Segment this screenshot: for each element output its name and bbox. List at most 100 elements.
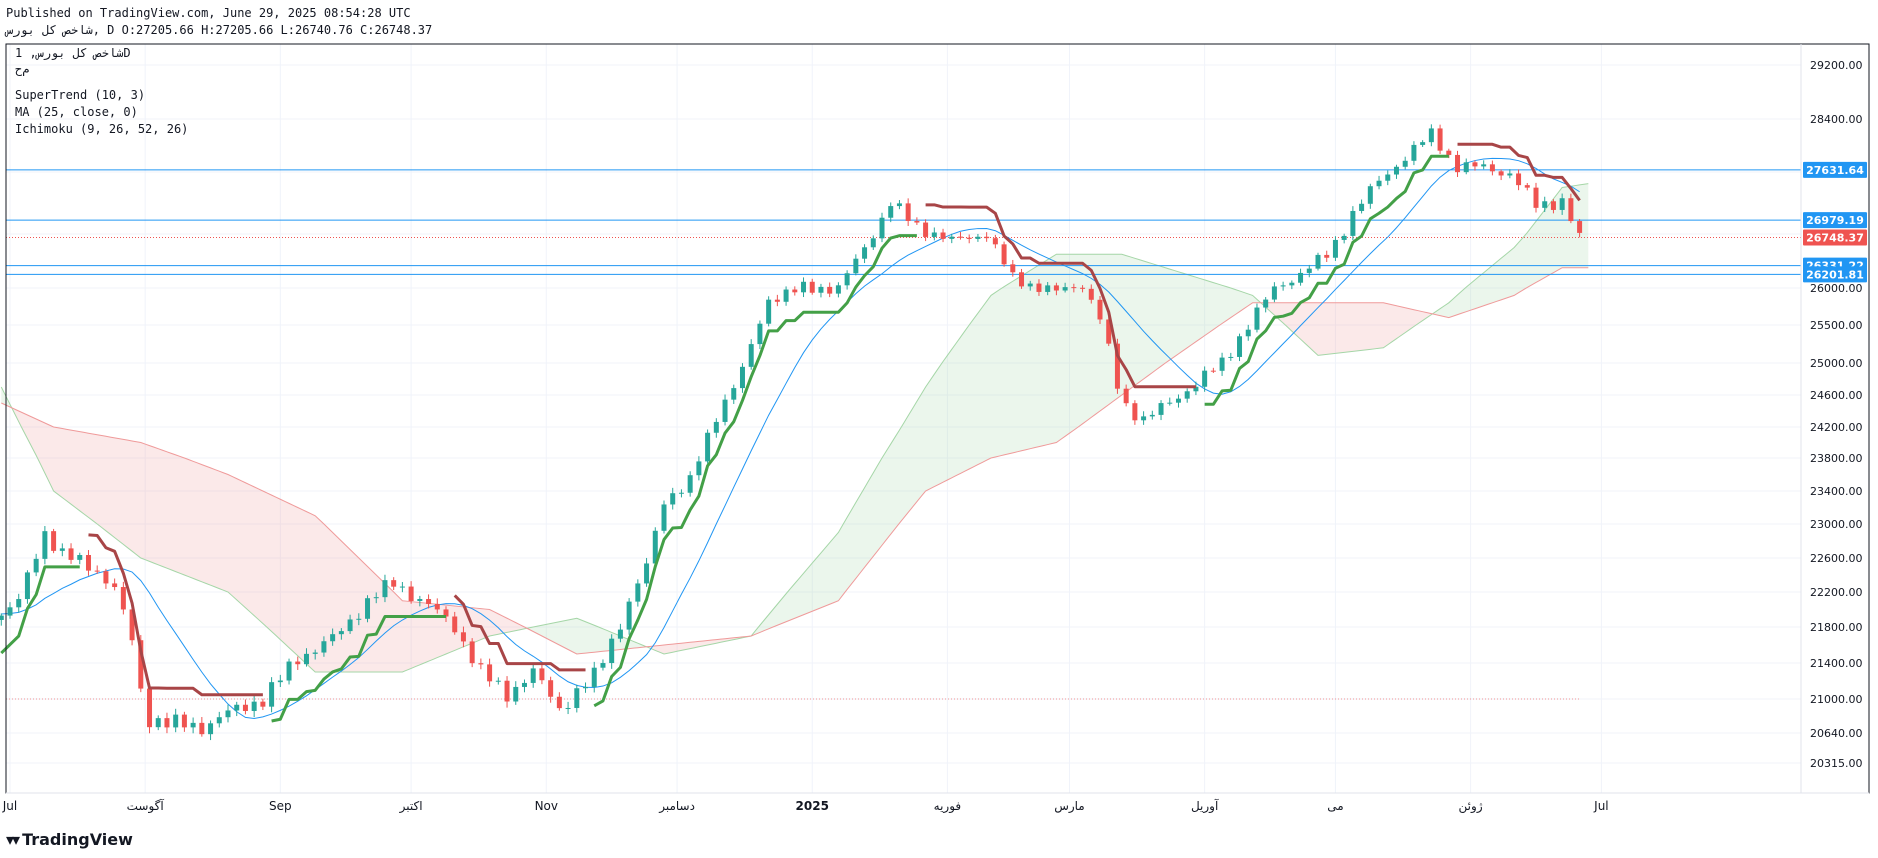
- candle-body: [181, 714, 187, 728]
- candle-body: [626, 601, 632, 630]
- candle-body: [1437, 128, 1443, 151]
- candle-body: [539, 668, 545, 681]
- candle-body: [879, 217, 885, 239]
- candle-body: [757, 323, 763, 345]
- candle-body: [1001, 244, 1007, 265]
- chart-grid: [6, 44, 1801, 793]
- price-label-text: 26201.81: [1806, 268, 1864, 281]
- candle-body: [1385, 174, 1391, 181]
- candle-body: [1271, 286, 1277, 300]
- y-tick-label: 24200.00: [1810, 421, 1863, 434]
- candle-body: [1463, 162, 1469, 173]
- candle-body: [1420, 142, 1426, 145]
- candle-body: [216, 717, 222, 724]
- candle-body: [827, 286, 833, 294]
- candle-body: [705, 432, 711, 462]
- x-tick-label: ژوئن: [1459, 799, 1483, 814]
- candle-body: [1315, 254, 1321, 269]
- price-chart[interactable]: 29200.0028400.0027600.0026800.0026000.00…: [0, 0, 1878, 858]
- time-axis: Jul آگوست Sep اکتبر Nov دسامبر 2025 فوریه مارس آو…: [2, 798, 1609, 814]
- candle-body: [513, 686, 519, 702]
- y-tick-label: 23800.00: [1810, 452, 1863, 465]
- candle-body: [1263, 299, 1269, 308]
- candle-body: [94, 570, 100, 572]
- candle-body: [1158, 403, 1164, 415]
- candle-body: [1088, 288, 1094, 300]
- candle-body: [783, 289, 789, 302]
- candle-body: [661, 504, 667, 531]
- candle-body: [208, 723, 214, 735]
- candle-body: [147, 688, 153, 728]
- candle-body: [199, 722, 205, 735]
- candle-body: [722, 399, 728, 422]
- candle-body: [739, 366, 745, 389]
- candle-body: [68, 548, 74, 560]
- candle-body: [1027, 283, 1033, 287]
- candle-body: [173, 714, 179, 728]
- candle-body: [426, 599, 432, 604]
- candle-body: [234, 704, 240, 711]
- y-tick-label: 23000.00: [1810, 518, 1863, 531]
- x-tick-label: 2025: [796, 799, 829, 813]
- candle-body: [469, 641, 475, 664]
- ma-line: [1, 157, 1580, 719]
- candle-body: [1472, 162, 1478, 167]
- ichimoku-cloud: [0, 183, 1589, 673]
- candle-body: [495, 680, 501, 682]
- candle-body: [1568, 198, 1574, 222]
- x-tick-label: آوریل: [1191, 798, 1219, 814]
- candle-body: [1184, 391, 1190, 399]
- candle-body: [399, 586, 405, 588]
- candle-body: [1097, 299, 1103, 320]
- x-tick-label: می: [1327, 799, 1343, 813]
- cloud-segment: [14, 409, 529, 672]
- candle-body: [1071, 287, 1077, 289]
- candle-body: [434, 603, 440, 610]
- candle-body: [504, 680, 510, 702]
- y-tick-label: 22200.00: [1810, 586, 1863, 599]
- supertrend-line: [0, 142, 1581, 723]
- candle-body: [338, 631, 344, 635]
- tradingview-footer[interactable]: ▾▾ TradingView: [6, 830, 133, 849]
- candle-body: [888, 206, 894, 218]
- candle-body: [1446, 150, 1452, 155]
- candle-body: [600, 663, 606, 668]
- candle-body: [242, 704, 248, 711]
- price-label-text: 27631.64: [1806, 164, 1864, 177]
- candle-body: [120, 587, 126, 610]
- candle-body: [1036, 283, 1042, 292]
- candle-body: [1533, 187, 1539, 208]
- candle-body: [225, 710, 231, 718]
- candle-body: [155, 718, 161, 728]
- candle-body: [992, 238, 998, 245]
- candle-body: [774, 299, 780, 302]
- candle-body: [1411, 144, 1417, 161]
- supertrend-up: [593, 234, 917, 708]
- candle-body: [7, 607, 13, 616]
- candle-body: [1376, 180, 1382, 187]
- candle-body: [862, 247, 868, 259]
- candle-body: [260, 701, 266, 707]
- candle-body: [0, 615, 4, 620]
- candle-body: [303, 653, 309, 665]
- price-labels: 27631.6426979.1926748.3726331.2226201.81: [1803, 161, 1867, 283]
- y-tick-label: 29200.00: [1810, 59, 1863, 72]
- candle-body: [1367, 186, 1373, 204]
- candle-body: [1516, 173, 1522, 186]
- candle-body: [1481, 164, 1487, 167]
- candle-body: [1123, 388, 1129, 404]
- y-tick-label: 23400.00: [1810, 485, 1863, 498]
- x-tick-label: مارس: [1054, 799, 1085, 814]
- candle-body: [670, 493, 676, 505]
- candle-body: [269, 682, 275, 707]
- tradingview-logo-icon: ▾▾: [6, 830, 20, 849]
- candle-body: [1219, 357, 1225, 371]
- x-tick-label: اکتبر: [399, 799, 423, 814]
- candle-body: [1324, 254, 1330, 258]
- candle-body: [617, 629, 623, 639]
- candle-body: [277, 680, 283, 683]
- candle-body: [164, 718, 170, 728]
- candle-body: [687, 475, 693, 493]
- candle-body: [1393, 166, 1399, 175]
- candle-body: [678, 492, 684, 494]
